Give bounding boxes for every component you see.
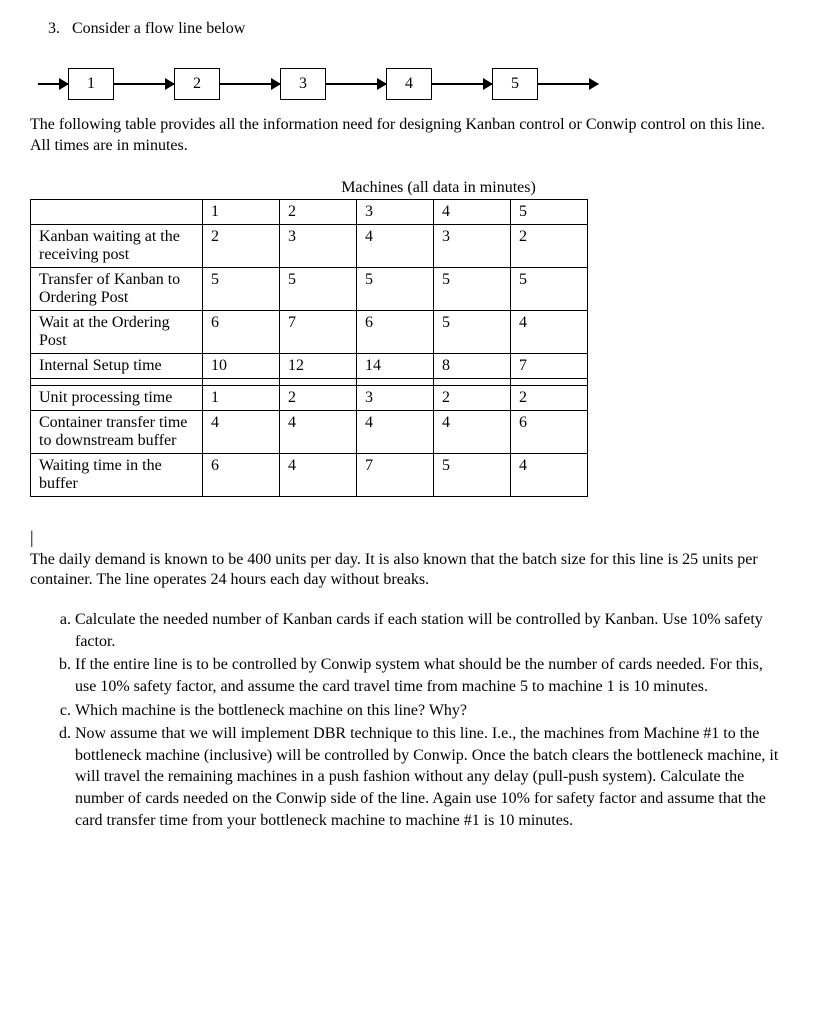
question-number: 3.	[48, 20, 60, 37]
table-cell: 3	[357, 385, 434, 410]
flow-box-1: 1	[68, 68, 114, 100]
table-row-label: Internal Setup time	[31, 353, 203, 378]
table-cell: 5	[434, 310, 511, 353]
table-header-col: 3	[357, 199, 434, 224]
flow-box-4: 4	[386, 68, 432, 100]
table-row: Kanban waiting at the receiving post2343…	[31, 224, 588, 267]
arrow-icon	[220, 83, 280, 85]
flow-line-diagram: 1 2 3 4 5	[38, 68, 787, 100]
table-row-label: Waiting time in the buffer	[31, 453, 203, 496]
arrow-icon	[432, 83, 492, 85]
table-cell: 8	[434, 353, 511, 378]
table-row: Wait at the Ordering Post67654	[31, 310, 588, 353]
table-cell: 2	[434, 385, 511, 410]
table-cell: 4	[511, 310, 588, 353]
arrow-icon	[326, 83, 386, 85]
table-row: Transfer of Kanban to Ordering Post55555	[31, 267, 588, 310]
subpart-item: Which machine is the bottleneck machine …	[75, 700, 787, 722]
subparts-list: Calculate the needed number of Kanban ca…	[30, 609, 787, 831]
table-cell: 4	[434, 410, 511, 453]
table-cell: 4	[280, 453, 357, 496]
table-cell: 14	[357, 353, 434, 378]
table-header-col: 4	[434, 199, 511, 224]
table-cell: 1	[203, 385, 280, 410]
arrow-icon	[114, 83, 174, 85]
table-row-label: Unit processing time	[31, 385, 203, 410]
table-cell: 6	[203, 453, 280, 496]
table-cell: 4	[203, 410, 280, 453]
table-row-label: Kanban waiting at the receiving post	[31, 224, 203, 267]
table-cell: 5	[511, 267, 588, 310]
table-header-col: 2	[280, 199, 357, 224]
table-row: Container transfer time to downstream bu…	[31, 410, 588, 453]
arrow-icon	[538, 83, 598, 85]
table-row: Unit processing time12322	[31, 385, 588, 410]
table-cell: 5	[203, 267, 280, 310]
question-heading: 3. Consider a flow line below	[30, 20, 787, 38]
table-header-col: 5	[511, 199, 588, 224]
flow-box-5: 5	[492, 68, 538, 100]
table-cell: 5	[357, 267, 434, 310]
table-row-label: Container transfer time to downstream bu…	[31, 410, 203, 453]
table-title: Machines (all data in minutes)	[90, 179, 787, 197]
table-row: Waiting time in the buffer64754	[31, 453, 588, 496]
table-cell: 3	[280, 224, 357, 267]
flow-box-3: 3	[280, 68, 326, 100]
subpart-item: If the entire line is to be controlled b…	[75, 654, 787, 697]
table-row: Internal Setup time10121487	[31, 353, 588, 378]
table-cell: 6	[203, 310, 280, 353]
table-cell: 2	[203, 224, 280, 267]
table-cell: 5	[434, 453, 511, 496]
arrow-icon	[38, 83, 68, 85]
table-cell: 12	[280, 353, 357, 378]
table-cell: 10	[203, 353, 280, 378]
table-cell: 5	[434, 267, 511, 310]
table-cell: 4	[357, 224, 434, 267]
table-header-col: 1	[203, 199, 280, 224]
table-cell: 3	[434, 224, 511, 267]
subpart-item: Now assume that we will implement DBR te…	[75, 723, 787, 831]
text-cursor-icon: |	[30, 527, 787, 548]
table-cell: 7	[357, 453, 434, 496]
table-cell: 2	[511, 385, 588, 410]
flow-box-2: 2	[174, 68, 220, 100]
demand-paragraph: The daily demand is known to be 400 unit…	[30, 550, 787, 592]
table-cell: 4	[511, 453, 588, 496]
table-cell: 5	[280, 267, 357, 310]
table-cell: 2	[511, 224, 588, 267]
question-prompt: Consider a flow line below	[72, 20, 245, 37]
subpart-item: Calculate the needed number of Kanban ca…	[75, 609, 787, 652]
table-cell: 6	[511, 410, 588, 453]
table-cell: 7	[511, 353, 588, 378]
table-header-empty	[31, 199, 203, 224]
intro-paragraph: The following table provides all the inf…	[30, 115, 787, 157]
table-cell: 4	[280, 410, 357, 453]
table-row-label: Transfer of Kanban to Ordering Post	[31, 267, 203, 310]
table-cell: 2	[280, 385, 357, 410]
table-cell: 6	[357, 310, 434, 353]
table-cell: 7	[280, 310, 357, 353]
table-spacer-row	[31, 378, 588, 385]
machines-table: 12345Kanban waiting at the receiving pos…	[30, 199, 588, 497]
table-row-label: Wait at the Ordering Post	[31, 310, 203, 353]
table-cell: 4	[357, 410, 434, 453]
